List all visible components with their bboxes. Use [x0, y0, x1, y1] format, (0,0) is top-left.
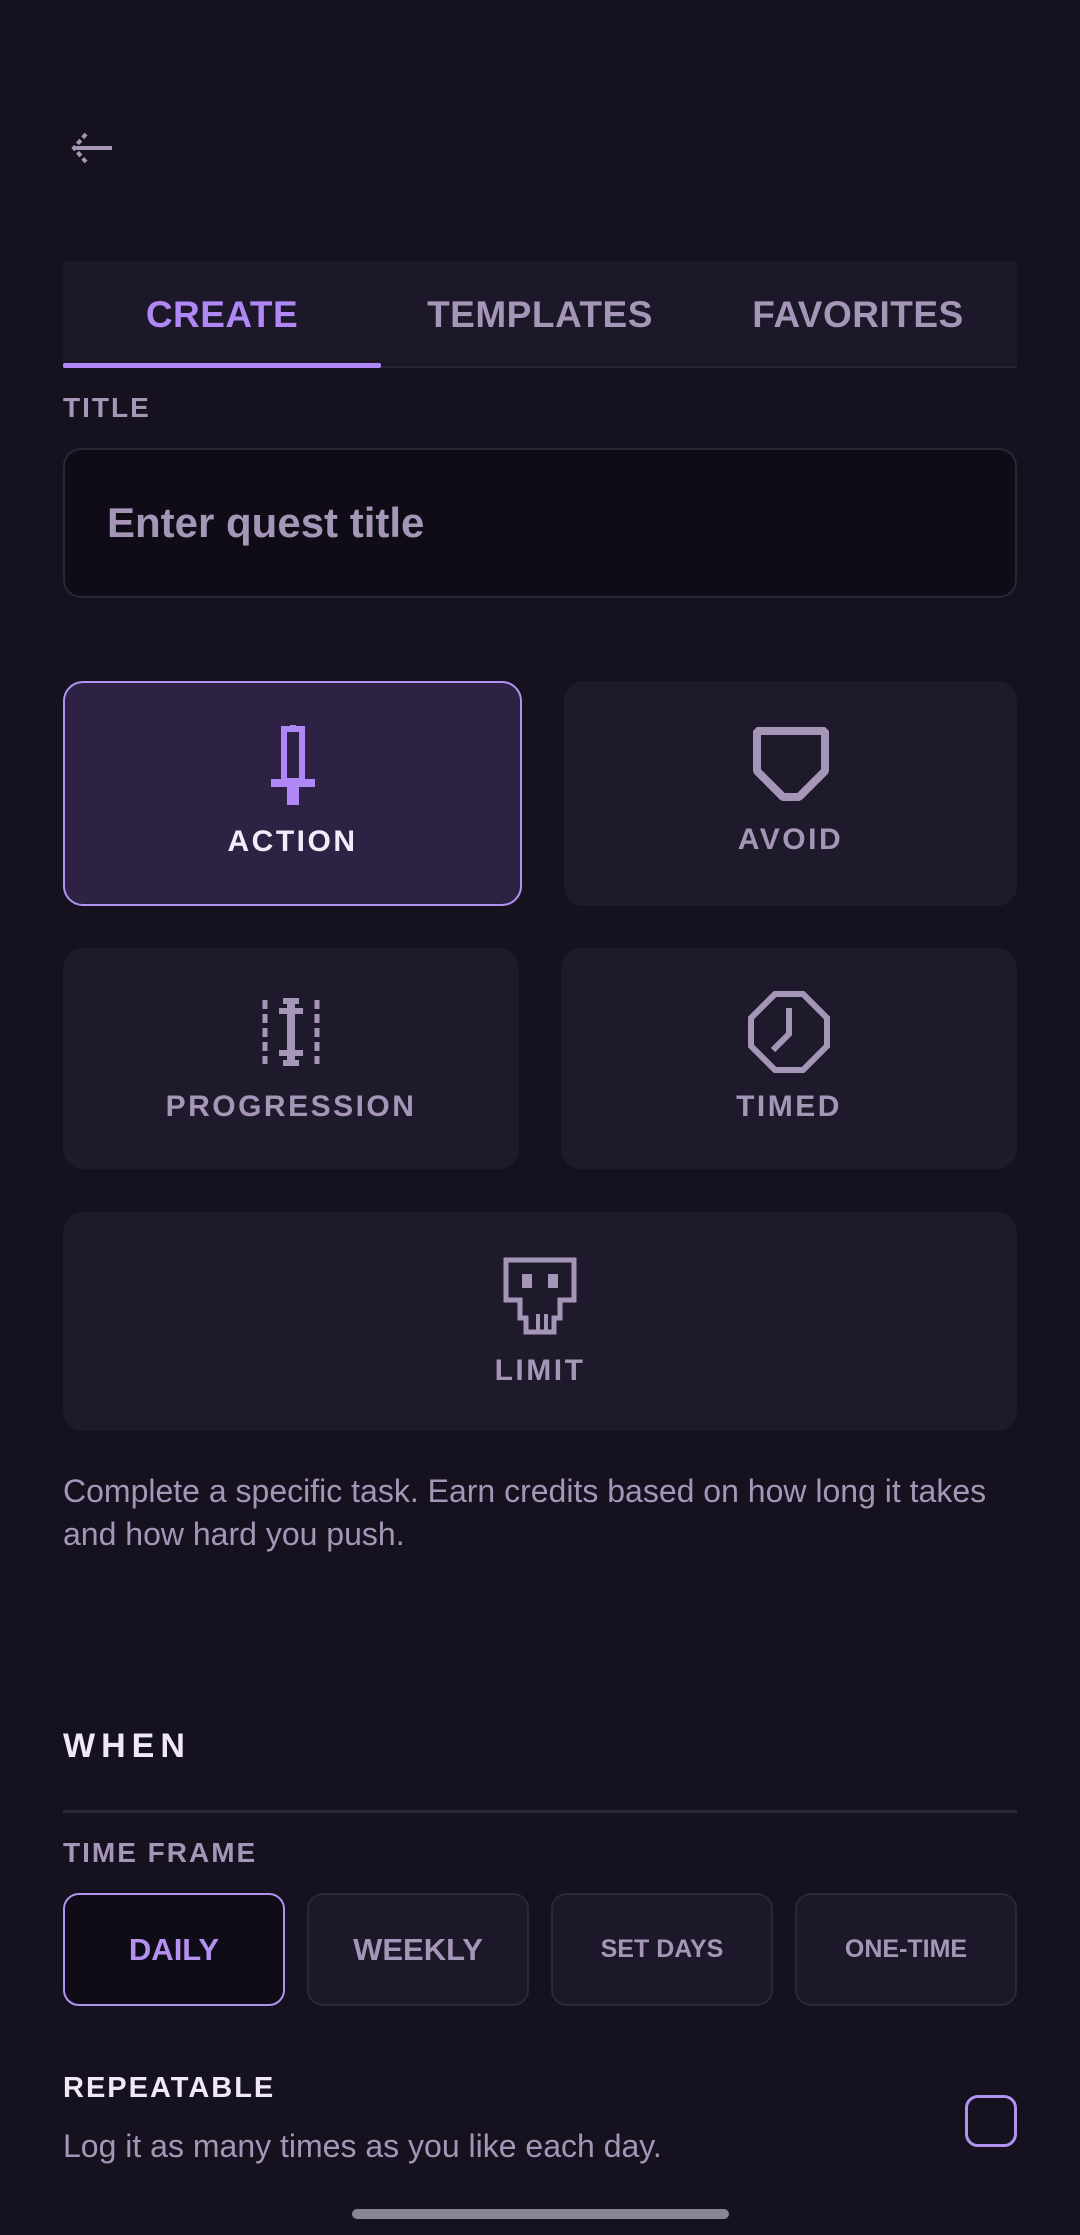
repeatable-description: Log it as many times as you like each da…	[63, 2128, 662, 2164]
quest-type-label: TIMED	[736, 1090, 842, 1123]
quest-type-description: Complete a specific task. Earn credits b…	[63, 1473, 987, 1552]
sword-icon	[268, 725, 318, 809]
repeatable-checkbox[interactable]	[965, 2095, 1017, 2147]
time-frame-set-days-button[interactable]: SET DAYS	[551, 1893, 773, 2006]
repeatable-title: REPEATABLE	[63, 2072, 276, 2104]
tab-create[interactable]: CREATE	[63, 261, 381, 368]
section-divider	[63, 1810, 1017, 1813]
back-arrow-icon	[71, 132, 112, 164]
quest-type-label: ACTION	[227, 825, 358, 858]
quest-type-action[interactable]: ACTION	[63, 681, 522, 906]
title-label: TITLE	[63, 392, 151, 423]
when-section-title: WHEN	[63, 1727, 191, 1765]
quest-type-label: LIMIT	[494, 1354, 586, 1387]
quest-title-input[interactable]	[63, 448, 1017, 598]
progression-icon	[259, 990, 323, 1074]
quest-type-progression[interactable]: PROGRESSION	[63, 948, 519, 1169]
time-frame-label: TIME FRAME	[63, 1837, 258, 1868]
clock-icon	[747, 990, 831, 1074]
back-button[interactable]	[60, 120, 124, 176]
tab-bar: CREATE TEMPLATES FAVORITES	[63, 261, 1017, 368]
shield-icon	[749, 723, 833, 807]
quest-type-avoid[interactable]: AVOID	[564, 681, 1017, 906]
quest-type-label: AVOID	[737, 823, 844, 856]
time-frame-one-time-button[interactable]: ONE-TIME	[795, 1893, 1017, 2006]
quest-type-timed[interactable]: TIMED	[561, 948, 1017, 1169]
quest-type-label: PROGRESSION	[165, 1090, 417, 1123]
tab-favorites[interactable]: FAVORITES	[699, 261, 1017, 368]
active-tab-indicator	[63, 363, 381, 368]
tab-templates[interactable]: TEMPLATES	[381, 261, 699, 368]
home-indicator	[352, 2209, 729, 2219]
time-frame-weekly-button[interactable]: WEEKLY	[307, 1893, 529, 2006]
quest-type-limit[interactable]: LIMIT	[63, 1212, 1017, 1431]
time-frame-daily-button[interactable]: DAILY	[63, 1893, 285, 2006]
skull-icon	[498, 1254, 582, 1338]
